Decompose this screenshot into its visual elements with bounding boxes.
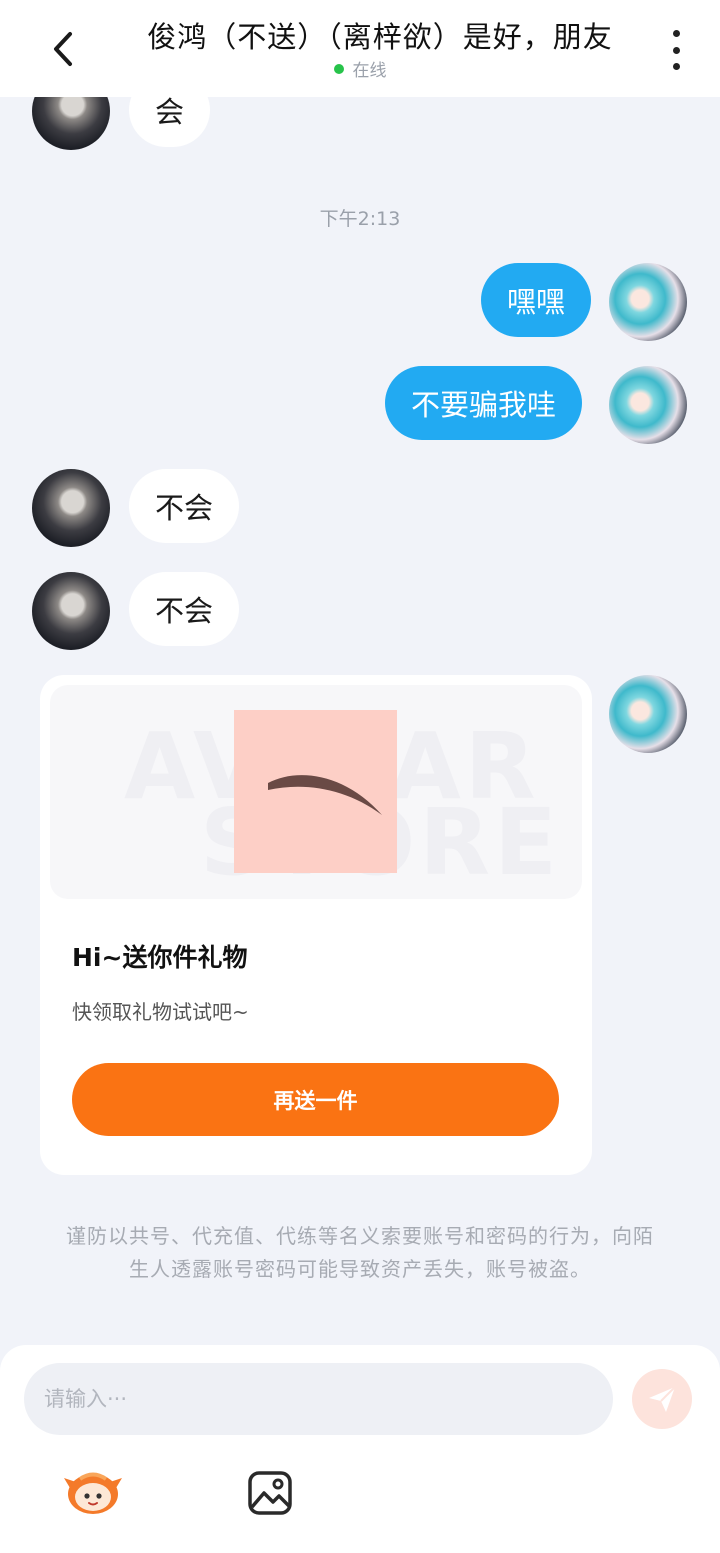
- my-avatar[interactable]: [609, 366, 687, 444]
- chat-header: 俊鸿（不送）（离梓欲）是好，朋友 在线: [0, 0, 720, 97]
- emoji-mascot-icon: [64, 1472, 122, 1514]
- online-status-label: 在线: [352, 61, 387, 81]
- send-button[interactable]: [632, 1369, 692, 1429]
- more-vertical-icon: [672, 30, 680, 37]
- eyebrow-icon: [268, 775, 382, 815]
- message-input[interactable]: [24, 1363, 613, 1435]
- outgoing-message-bubble[interactable]: 不要骗我哇: [385, 366, 583, 440]
- emoji-button[interactable]: [60, 1466, 126, 1516]
- online-status: 在线: [0, 56, 720, 81]
- send-another-gift-button[interactable]: 再送一件: [72, 1063, 559, 1136]
- safety-notice: 谨防以共号、代充值、代练等名义索要账号和密码的行为，向陌生人透露账号密码可能导致…: [66, 1224, 654, 1281]
- friend-avatar[interactable]: [32, 469, 110, 547]
- image-icon: [248, 1471, 292, 1515]
- input-panel: [0, 1345, 720, 1553]
- chat-title: 俊鸿（不送）（离梓欲）是好，朋友: [147, 20, 613, 54]
- friend-avatar[interactable]: [32, 572, 110, 650]
- incoming-message-bubble[interactable]: 不会: [129, 469, 240, 543]
- gift-item-image: [234, 710, 397, 873]
- gift-subtitle: 快领取礼物试试吧~: [72, 1000, 249, 1024]
- outgoing-message-bubble[interactable]: 嘿嘿: [481, 263, 592, 337]
- message-timestamp: 下午2:13: [319, 208, 401, 230]
- image-picker-button[interactable]: [246, 1469, 294, 1517]
- send-icon: [649, 1386, 676, 1412]
- more-options-button[interactable]: [662, 28, 690, 72]
- gift-title: Hi~送你件礼物: [72, 943, 248, 972]
- incoming-message-bubble[interactable]: 不会: [129, 572, 240, 646]
- online-dot-icon: [333, 64, 344, 74]
- my-avatar[interactable]: [609, 263, 687, 341]
- gift-image-area: AVATAR STORE: [50, 685, 582, 899]
- my-avatar[interactable]: [609, 675, 687, 753]
